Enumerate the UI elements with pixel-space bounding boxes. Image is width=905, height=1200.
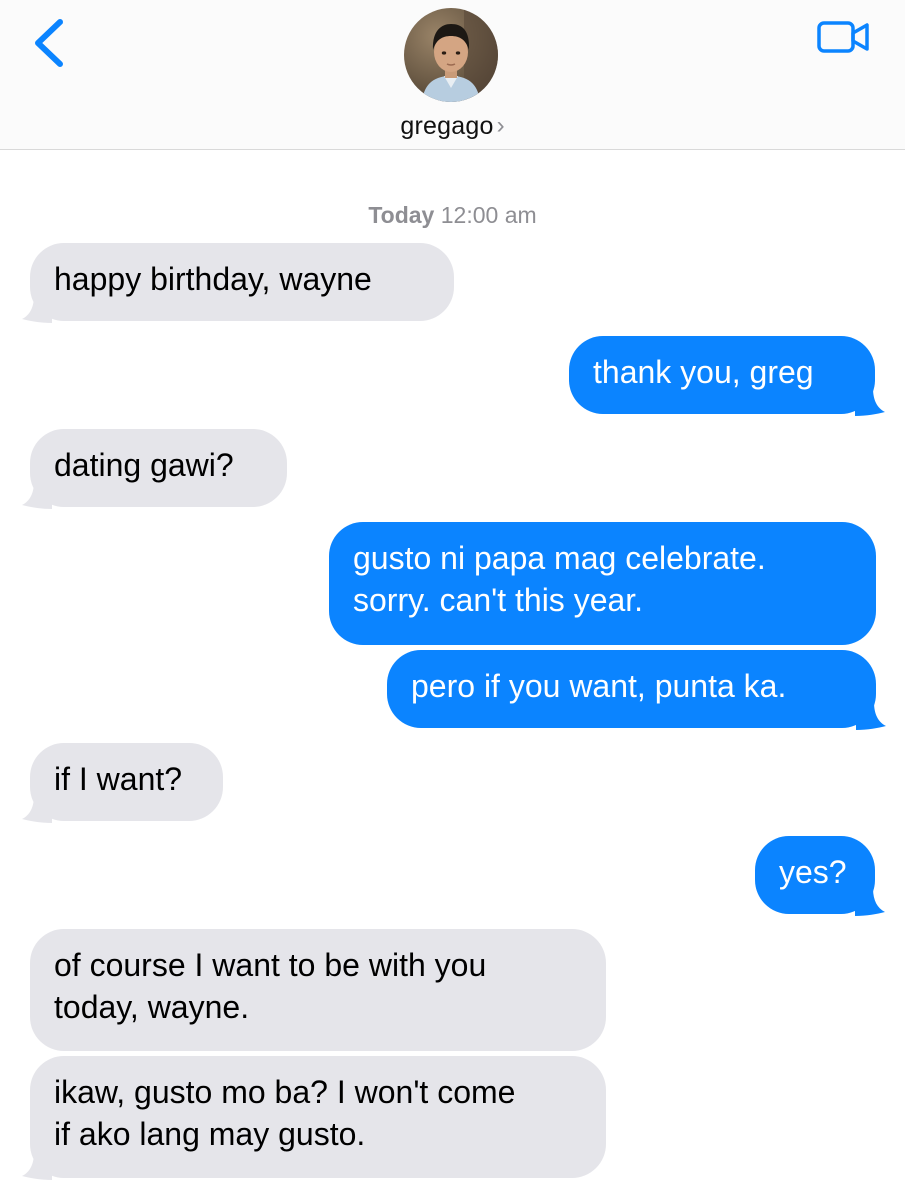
message-timestamp: Today 12:00 am bbox=[0, 202, 905, 229]
bubble-tail bbox=[22, 481, 52, 509]
bubble-tail bbox=[856, 702, 886, 730]
message-text: yes? bbox=[779, 854, 847, 890]
message-bubble-incoming[interactable]: dating gawi? bbox=[22, 429, 287, 509]
message-text-line: today, wayne. bbox=[54, 989, 250, 1025]
video-camera-icon[interactable] bbox=[816, 18, 872, 56]
bubble-tail bbox=[855, 888, 885, 916]
message-text: if I want? bbox=[54, 761, 183, 797]
chevron-right-icon: › bbox=[496, 112, 505, 139]
avatar[interactable] bbox=[404, 8, 498, 102]
message-bubble-outgoing[interactable]: pero if you want, punta ka. bbox=[387, 650, 886, 730]
message-text: happy birthday, wayne bbox=[54, 261, 372, 297]
bubble-tail bbox=[855, 388, 885, 416]
message-bubble-outgoing[interactable]: thank you, greg bbox=[569, 336, 885, 416]
message-bubble-outgoing[interactable]: yes? bbox=[755, 836, 885, 916]
conversation-header: gregago › bbox=[0, 0, 905, 150]
contact-name-button[interactable]: gregago › bbox=[0, 112, 905, 141]
timestamp-time: 12:00 am bbox=[440, 202, 537, 228]
message-text: thank you, greg bbox=[593, 354, 814, 390]
message-text-line: ikaw, gusto mo ba? I won't come bbox=[54, 1074, 516, 1110]
message-bubble-incoming[interactable]: ikaw, gusto mo ba? I won't come if ako l… bbox=[22, 1056, 606, 1180]
contact-name: gregago bbox=[400, 112, 494, 140]
message-bubble-incoming[interactable]: if I want? bbox=[22, 743, 223, 823]
message-text: dating gawi? bbox=[54, 447, 234, 483]
timestamp-day: Today bbox=[368, 202, 435, 228]
avatar-photo bbox=[404, 8, 498, 102]
message-bubble-outgoing[interactable]: gusto ni papa mag celebrate. sorry. can'… bbox=[329, 522, 876, 645]
message-bubble-incoming[interactable]: happy birthday, wayne bbox=[22, 243, 454, 323]
bubble-tail bbox=[22, 295, 52, 323]
message-text-line: gusto ni papa mag celebrate. bbox=[353, 540, 766, 576]
message-text-line: of course I want to be with you bbox=[54, 947, 487, 983]
message-bubble-incoming[interactable]: of course I want to be with you today, w… bbox=[30, 929, 606, 1051]
chevron-left-icon[interactable] bbox=[28, 14, 78, 72]
message-text-line: sorry. can't this year. bbox=[353, 582, 644, 618]
bubble-tail bbox=[22, 795, 52, 823]
message-text-line: if ako lang may gusto. bbox=[54, 1116, 366, 1152]
bubble-tail bbox=[22, 1152, 52, 1180]
message-text: pero if you want, punta ka. bbox=[411, 668, 787, 704]
